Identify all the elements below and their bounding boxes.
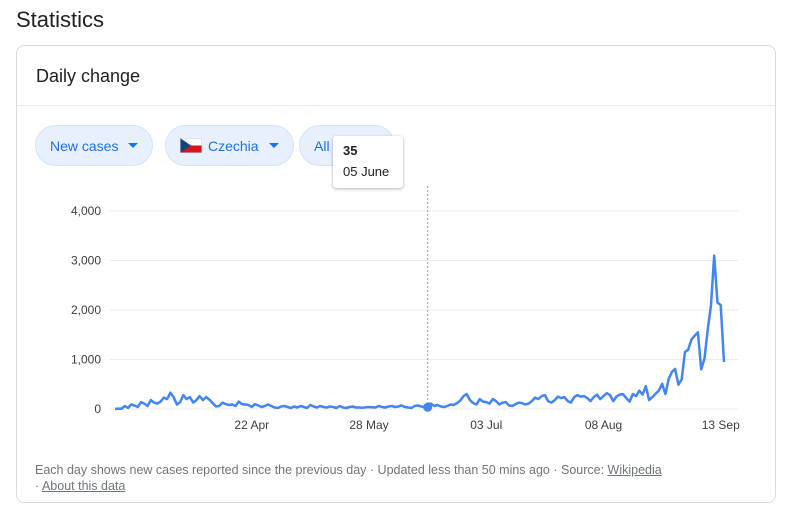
y-tick-label: 3,000 <box>71 254 101 268</box>
x-tick-label: 22 Apr <box>234 418 269 432</box>
new-cases-line <box>114 254 726 411</box>
y-tick-label: 1,000 <box>71 353 101 367</box>
x-tick-label: 28 May <box>349 418 388 432</box>
x-tick-label: 08 Aug <box>585 418 622 432</box>
x-axis-ticks: 22 Apr 28 May 03 Jul 08 Aug 13 Sep <box>234 418 740 432</box>
daily-change-chart[interactable]: 0 1,000 2,000 3,000 4,000 22 Apr 28 May 03 Jul… <box>0 0 800 517</box>
y-tick-label: 2,000 <box>71 303 101 317</box>
hover-point <box>423 402 433 412</box>
y-tick-label: 4,000 <box>71 204 101 218</box>
tooltip-value: 35 <box>343 143 358 158</box>
chart-gridlines <box>110 210 738 410</box>
chart-tooltip: 35 05 June <box>333 136 403 188</box>
y-axis-ticks: 0 1,000 2,000 3,000 4,000 <box>71 204 101 416</box>
x-tick-label: 13 Sep <box>702 418 740 432</box>
x-tick-label: 03 Jul <box>470 418 502 432</box>
tooltip-date: 05 June <box>343 164 390 179</box>
y-tick-label: 0 <box>94 402 101 416</box>
